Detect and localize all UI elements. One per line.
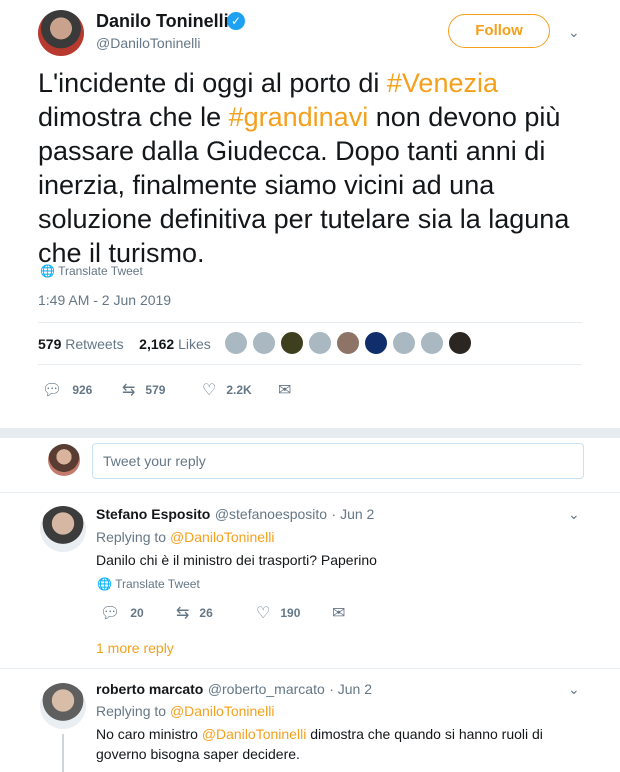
section-divider: [0, 428, 620, 438]
heart-icon: ♡: [202, 382, 217, 399]
hashtag-link-grandinavi[interactable]: #grandinavi: [229, 102, 369, 132]
retweet-button[interactable]: ⇆ 579: [122, 380, 202, 400]
reply-count: 20: [130, 606, 144, 620]
replying-to-link[interactable]: @DaniloToninelli: [170, 529, 275, 545]
chevron-down-icon[interactable]: ⌄: [568, 506, 580, 523]
likes-count: 2,162: [139, 336, 175, 352]
like-count: 190: [280, 606, 301, 620]
replying-to: Replying to @DaniloToninelli: [96, 703, 274, 719]
reply-actions: 💬︎ 20 ⇆ 26 ♡ 190 ✉: [100, 603, 345, 623]
liker-avatar[interactable]: [336, 331, 360, 355]
follow-button[interactable]: Follow: [448, 14, 550, 48]
reply-avatar[interactable]: [40, 683, 86, 729]
heart-icon: ♡: [256, 605, 271, 622]
reply-icon: 💬︎: [100, 605, 121, 622]
retweet-count: 579: [145, 383, 166, 397]
reply-author-name[interactable]: roberto marcato: [96, 681, 203, 697]
reply-input[interactable]: Tweet your reply: [92, 443, 584, 479]
reply-text: No caro ministro @DaniloToninelli dimost…: [96, 724, 556, 764]
reply-author-handle[interactable]: @stefanoesposito: [215, 506, 327, 522]
retweet-button[interactable]: ⇆ 26: [176, 603, 256, 623]
liker-avatar[interactable]: [280, 331, 304, 355]
tweet-stats: 579 Retweets 2,162 Likes: [38, 336, 211, 352]
retweet-count: 26: [199, 606, 213, 620]
reply-avatar[interactable]: [40, 506, 86, 552]
like-count: 2.2K: [226, 383, 252, 397]
tweet-actions: 💬︎ 926 ⇆ 579 ♡ 2.2K ✉: [42, 380, 291, 400]
translate-tweet-link[interactable]: 🌐 Translate Tweet: [97, 577, 200, 591]
divider: [38, 322, 582, 323]
tweet-text-segment: dimostra che le: [38, 102, 229, 132]
like-button[interactable]: ♡ 2.2K: [202, 380, 278, 400]
likers-avatars: [224, 331, 472, 355]
message-icon: ✉: [278, 382, 292, 399]
reply-count: 926: [72, 383, 93, 397]
reply-button[interactable]: 💬︎ 20: [100, 603, 176, 623]
globe-icon: 🌐: [97, 577, 112, 591]
retweets-count: 579: [38, 336, 62, 352]
like-button[interactable]: ♡ 190: [256, 603, 332, 623]
hashtag-link-venezia[interactable]: #Venezia: [387, 68, 498, 98]
liker-avatar[interactable]: [224, 331, 248, 355]
replying-to-link[interactable]: @DaniloToninelli: [170, 703, 275, 719]
author-handle[interactable]: @DaniloToninelli: [96, 35, 201, 51]
chevron-down-icon[interactable]: ⌄: [568, 24, 580, 41]
replying-to-label: Replying to: [96, 703, 167, 719]
retweet-icon: ⇆: [122, 382, 136, 399]
mention-link[interactable]: @DaniloToninelli: [202, 726, 307, 742]
reply-author-handle[interactable]: @roberto_marcato: [208, 681, 325, 697]
translate-label: Translate Tweet: [58, 264, 143, 278]
reply-date[interactable]: · Jun 2: [332, 506, 375, 522]
retweets-label: Retweets: [65, 336, 124, 352]
message-icon: ✉: [332, 605, 346, 622]
liker-avatar[interactable]: [308, 331, 332, 355]
divider: [0, 668, 620, 669]
liker-avatar[interactable]: [364, 331, 388, 355]
liker-avatar[interactable]: [448, 331, 472, 355]
direct-message-button[interactable]: ✉: [332, 603, 345, 623]
author-name[interactable]: Danilo Toninelli: [96, 11, 229, 32]
likes-label: Likes: [178, 336, 211, 352]
replying-to-label: Replying to: [96, 529, 167, 545]
direct-message-button[interactable]: ✉: [278, 380, 291, 400]
reply-button[interactable]: 💬︎ 926: [42, 380, 122, 400]
tweet-text-segment: L'incidente di oggi al porto di: [38, 68, 387, 98]
replying-to: Replying to @DaniloToninelli: [96, 529, 274, 545]
globe-icon: 🌐: [40, 264, 55, 278]
tweet-text: L'incidente di oggi al porto di #Venezia…: [38, 66, 598, 270]
verified-badge-icon: ✓: [227, 12, 245, 30]
divider: [0, 492, 620, 493]
thread-line: [62, 734, 64, 772]
divider: [38, 364, 582, 365]
reply-text: Danilo chi è il ministro dei trasporti? …: [96, 552, 377, 568]
retweet-icon: ⇆: [176, 605, 190, 622]
reply-icon: 💬︎: [42, 382, 63, 399]
author-avatar[interactable]: [38, 10, 84, 56]
liker-avatar[interactable]: [420, 331, 444, 355]
translate-tweet-link[interactable]: 🌐 Translate Tweet: [40, 264, 143, 278]
liker-avatar[interactable]: [252, 331, 276, 355]
more-replies-link[interactable]: 1 more reply: [96, 640, 174, 656]
liker-avatar[interactable]: [392, 331, 416, 355]
retweets-stat[interactable]: 579 Retweets: [38, 336, 124, 352]
chevron-down-icon[interactable]: ⌄: [568, 681, 580, 698]
reply-author-name[interactable]: Stefano Esposito: [96, 506, 210, 522]
tweet-timestamp[interactable]: 1:49 AM - 2 Jun 2019: [38, 292, 171, 308]
likes-stat[interactable]: 2,162 Likes: [139, 336, 211, 352]
reply-date[interactable]: · Jun 2: [329, 681, 372, 697]
reply-text-segment: No caro ministro: [96, 726, 202, 742]
translate-label: Translate Tweet: [115, 577, 200, 591]
reply-header: Stefano Esposito @stefanoesposito · Jun …: [96, 506, 374, 524]
current-user-avatar: [48, 444, 80, 476]
reply-header: roberto marcato @roberto_marcato · Jun 2: [96, 681, 372, 699]
